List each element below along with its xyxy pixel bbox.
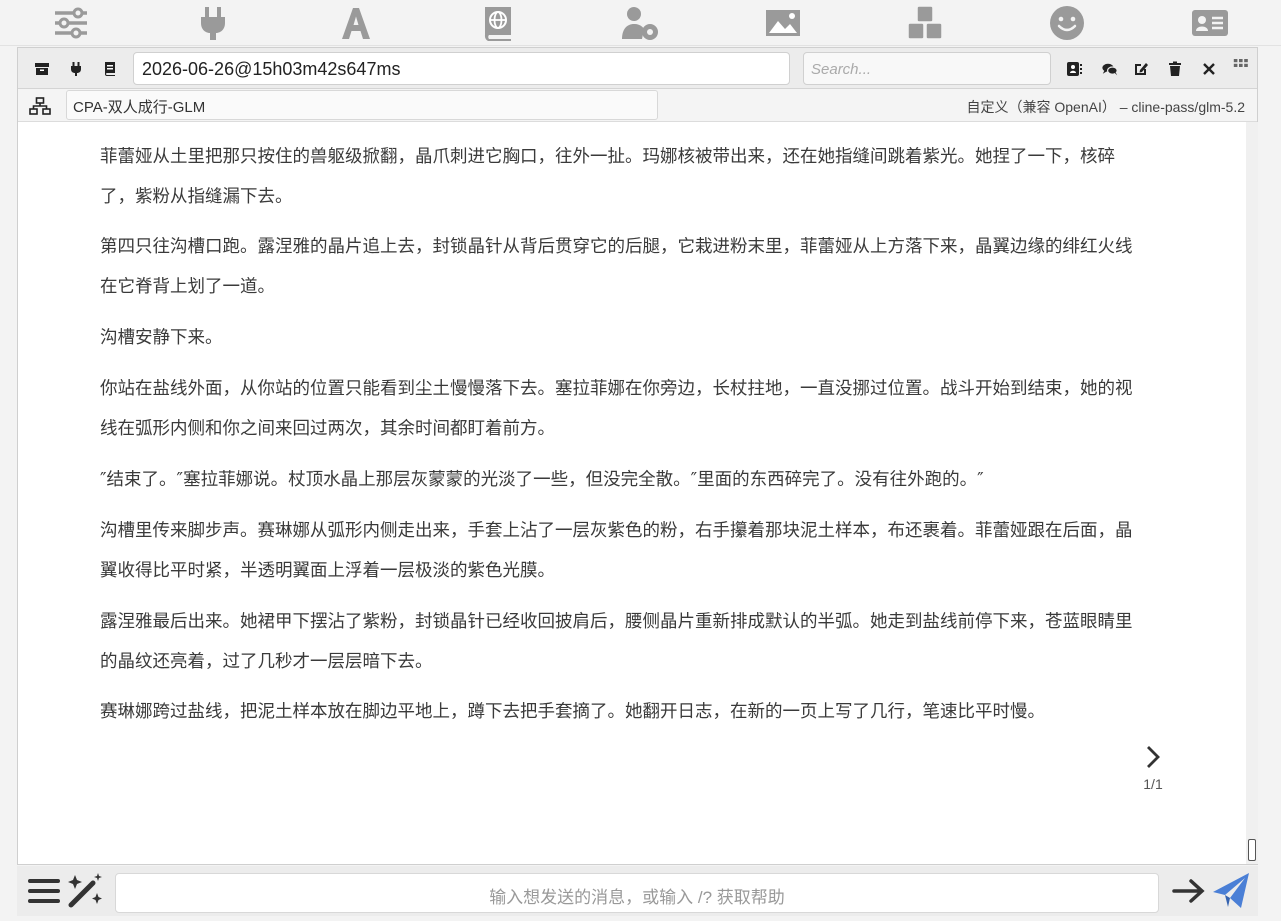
cubes-icon[interactable] bbox=[854, 0, 996, 45]
plug-icon[interactable] bbox=[142, 0, 284, 45]
chat-window: 2026-06-26@15h03m42s647ms Search... CPA-… bbox=[17, 47, 1258, 865]
sliders-icon[interactable] bbox=[0, 0, 142, 45]
close-icon[interactable] bbox=[1200, 60, 1218, 78]
swipe-counter: 1/1 bbox=[1143, 776, 1163, 792]
scrollbar-thumb[interactable] bbox=[1248, 839, 1256, 861]
plug-icon[interactable] bbox=[67, 60, 85, 78]
book-icon[interactable] bbox=[101, 60, 119, 78]
comments-icon[interactable] bbox=[1099, 60, 1121, 78]
font-icon[interactable] bbox=[285, 0, 427, 45]
message-paragraph: 露涅雅最后出来。她裙甲下摆沾了紫粉，封锁晶针已经收回披肩后，腰侧晶片重新排成默认… bbox=[100, 612, 1133, 672]
edit-icon[interactable] bbox=[1132, 60, 1150, 78]
message-paragraph: 沟槽安静下来。 bbox=[100, 328, 223, 348]
trash-icon[interactable] bbox=[1166, 60, 1184, 78]
input-bar: 输入想发送的消息，或输入 /? 获取帮助 bbox=[17, 866, 1258, 916]
message-paragraph: 第四只往沟槽口跑。露涅雅的晶片追上去，封锁晶针从背后贯穿它的后腿，它栽进粉末里，… bbox=[100, 237, 1133, 297]
arrow-right-icon[interactable] bbox=[1171, 874, 1207, 908]
search-input[interactable]: Search... bbox=[803, 52, 1051, 85]
character-info-row: CPA-双人成行-GLM 自定义（兼容 OpenAI） – cline-pass… bbox=[18, 89, 1257, 122]
menu-icon[interactable] bbox=[27, 874, 61, 908]
book-globe-icon[interactable] bbox=[427, 0, 569, 45]
swipe-control: 1/1 bbox=[1138, 742, 1168, 792]
id-card-icon[interactable] bbox=[1139, 0, 1281, 45]
message-paragraph: 赛琳娜跨过盐线，把泥土样本放在脚边平地上，蹲下去把手套摘了。她翻开日志，在新的一… bbox=[100, 702, 1045, 722]
message-area: 菲蕾娅从土里把那只按住的兽躯级掀翻，晶爪刺进它胸口，往外一扯。玛娜核被带出来，还… bbox=[18, 122, 1245, 864]
message-input[interactable]: 输入想发送的消息，或输入 /? 获取帮助 bbox=[115, 873, 1159, 913]
chat-header: 2026-06-26@15h03m42s647ms Search... bbox=[18, 48, 1257, 89]
message-paragraph: 沟槽里传来脚步声。赛琳娜从弧形内侧走出来，手套上沾了一层灰紫色的粉，右手攥着那块… bbox=[100, 521, 1133, 581]
message-paragraph: 菲蕾娅从土里把那只按住的兽躯级掀翻，晶爪刺进它胸口，往外一扯。玛娜核被带出来，还… bbox=[100, 147, 1115, 207]
top-nav-bar bbox=[0, 0, 1281, 46]
archive-icon[interactable] bbox=[33, 60, 51, 78]
chat-name-field[interactable]: 2026-06-26@15h03m42s647ms bbox=[133, 52, 790, 85]
send-icon[interactable] bbox=[1211, 870, 1251, 912]
image-icon[interactable] bbox=[712, 0, 854, 45]
smiley-icon[interactable] bbox=[996, 0, 1138, 45]
user-gear-icon[interactable] bbox=[569, 0, 711, 45]
magic-wand-icon[interactable] bbox=[65, 871, 105, 911]
network-icon[interactable] bbox=[29, 97, 51, 115]
message-paragraph: 你站在盐线外面，从你站的位置只能看到尘土慢慢落下去。塞拉菲娜在你旁边，长杖拄地，… bbox=[100, 379, 1133, 439]
contact-book-icon[interactable] bbox=[1065, 60, 1083, 78]
model-info: 自定义（兼容 OpenAI） – cline-pass/glm-5.2 bbox=[966, 99, 1245, 115]
grid-icon[interactable] bbox=[1230, 54, 1252, 72]
scrollbar[interactable] bbox=[1246, 122, 1258, 864]
chevron-right-icon[interactable] bbox=[1138, 742, 1168, 776]
message-paragraph: ″结束了。″塞拉菲娜说。杖顶水晶上那层灰蒙蒙的光淡了一些，但没完全散。″里面的东… bbox=[100, 470, 984, 490]
character-name-field[interactable]: CPA-双人成行-GLM bbox=[66, 90, 658, 120]
